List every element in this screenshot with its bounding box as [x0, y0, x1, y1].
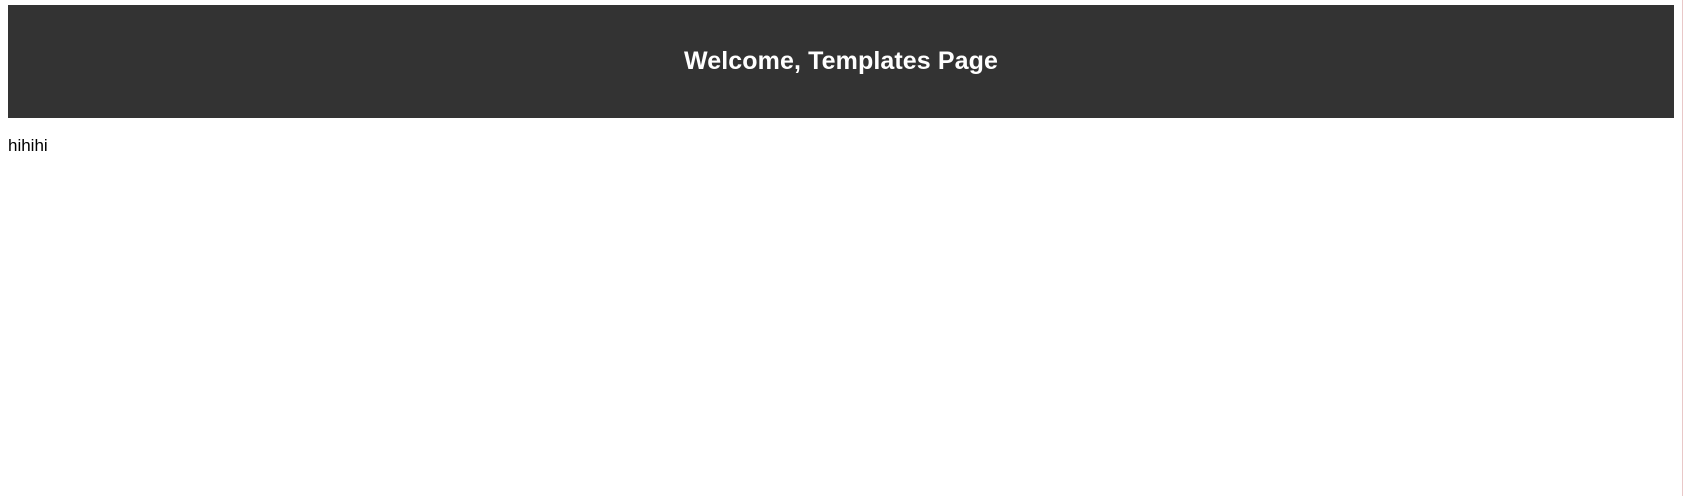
body-text: hihihi [8, 136, 48, 155]
page-title: Welcome, Templates Page [684, 47, 998, 75]
page: Welcome, Templates Page hihihi [0, 0, 1684, 496]
page-header: Welcome, Templates Page [8, 5, 1674, 118]
